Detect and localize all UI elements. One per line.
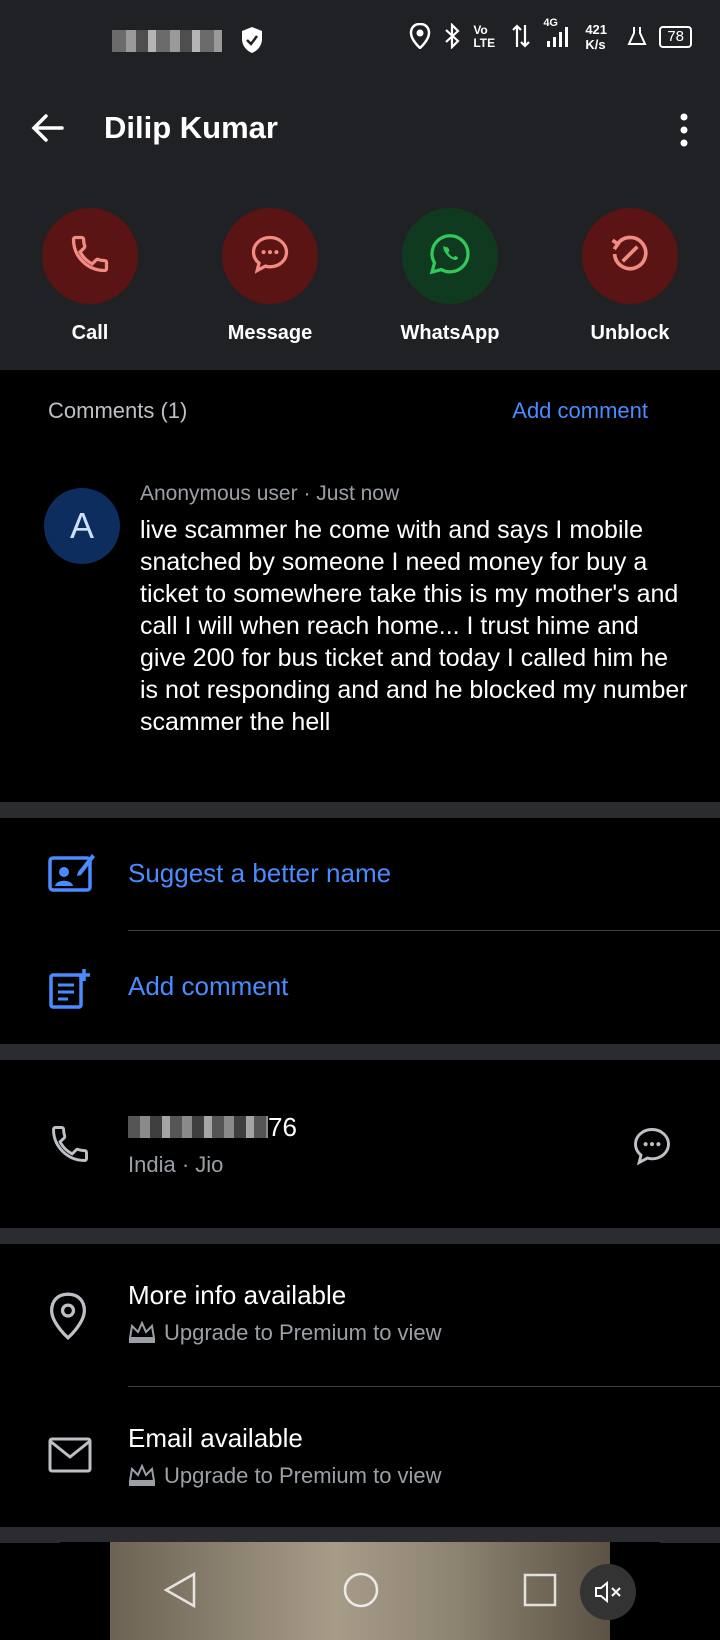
add-comment-row-link[interactable]: Add comment [128, 971, 288, 1002]
status-icons: Vo LTE 4G 421 K/s 78 [409, 17, 692, 52]
more-options-icon[interactable] [676, 110, 692, 150]
add-comment-row[interactable]: Add comment [0, 931, 720, 1044]
crown-icon [128, 1463, 156, 1493]
bluetooth-icon [443, 21, 461, 52]
section-divider [0, 1228, 720, 1244]
nav-home-icon[interactable] [342, 1570, 380, 1615]
phone-icon [48, 1122, 96, 1170]
nav-recents-icon[interactable] [522, 1570, 558, 1615]
add-note-icon [48, 967, 96, 1015]
whatsapp-icon [427, 231, 473, 282]
unblock-label: Unblock [590, 322, 670, 344]
phone-details: India · Jio [128, 1152, 224, 1177]
net-speed: 421 K/s [585, 22, 608, 52]
whatsapp-button[interactable] [402, 208, 498, 304]
navigation-bar [60, 1542, 660, 1640]
location-icon [409, 22, 431, 52]
suggest-name-link[interactable]: Suggest a better name [128, 858, 391, 889]
section-divider [0, 1044, 720, 1060]
comment-time: Just now [316, 482, 400, 505]
data-arrows-icon [511, 23, 531, 52]
contact-name: Dilip Kumar [104, 110, 278, 145]
section-divider [0, 802, 720, 818]
network-type: 4G [543, 16, 558, 29]
comment-item: A Anonymous user · Just now live scammer… [0, 470, 720, 800]
blurred-number [128, 1116, 268, 1138]
phone-icon [68, 232, 112, 281]
comment-text: live scammer he come with and says I mob… [140, 516, 688, 736]
comment-author: Anonymous user [140, 482, 298, 505]
chat-bubble-icon [248, 232, 292, 281]
more-info-title: More info available [128, 1280, 347, 1310]
unblock-icon [608, 232, 652, 281]
message-bubble-icon[interactable] [630, 1124, 674, 1173]
back-arrow-icon[interactable] [28, 108, 68, 148]
mail-icon [48, 1437, 96, 1485]
shield-icon [240, 26, 264, 59]
call-button[interactable] [42, 208, 138, 304]
whatsapp-action[interactable]: WhatsApp [380, 208, 520, 345]
more-info-upgrade: Upgrade to Premium to view [128, 1320, 442, 1350]
more-info-row[interactable]: More info available Upgrade to Premium t… [0, 1244, 720, 1386]
upgrade-text: Upgrade to Premium to view [164, 1320, 442, 1345]
email-row[interactable]: Email available Upgrade to Premium to vi… [0, 1387, 720, 1527]
battery-indicator: 78 [659, 26, 692, 48]
email-title: Email available [128, 1423, 303, 1453]
call-label: Call [71, 322, 109, 344]
email-upgrade: Upgrade to Premium to view [128, 1463, 442, 1493]
volte-indicator: Vo LTE [473, 23, 496, 50]
signal-icon: 4G [543, 17, 573, 52]
mute-icon[interactable] [580, 1564, 636, 1620]
flask-icon [627, 25, 647, 50]
phone-number: 76 [128, 1112, 297, 1143]
add-comment-link[interactable]: Add comment [512, 398, 648, 424]
whatsapp-label: WhatsApp [400, 322, 500, 344]
comments-count: Comments (1) [48, 398, 188, 423]
edit-contact-icon [48, 850, 96, 898]
call-action[interactable]: Call [20, 208, 160, 345]
message-button[interactable] [222, 208, 318, 304]
nav-back-icon[interactable] [162, 1570, 198, 1615]
phone-number-suffix: 76 [268, 1112, 297, 1142]
unblock-button[interactable] [582, 208, 678, 304]
message-label: Message [227, 322, 313, 344]
avatar: A [44, 488, 120, 564]
upgrade-text: Upgrade to Premium to view [164, 1463, 442, 1488]
meta-separator: · [303, 482, 317, 505]
section-divider [0, 1527, 720, 1543]
comment-meta: Anonymous user · Just now [140, 482, 399, 506]
unblock-action[interactable]: Unblock [560, 208, 700, 345]
contact-header: Dilip Kumar Call Message WhatsApp Unbloc… [0, 80, 720, 370]
phone-number-row[interactable]: 76 India · Jio [0, 1060, 720, 1228]
location-pin-icon [48, 1292, 96, 1341]
blurred-notification-icons [112, 30, 222, 52]
message-action[interactable]: Message [200, 208, 340, 345]
status-bar: Vo LTE 4G 421 K/s 78 [0, 0, 720, 80]
comments-header: Comments (1) Add comment [0, 370, 720, 450]
suggest-name-row[interactable]: Suggest a better name [0, 818, 720, 930]
crown-icon [128, 1320, 156, 1350]
